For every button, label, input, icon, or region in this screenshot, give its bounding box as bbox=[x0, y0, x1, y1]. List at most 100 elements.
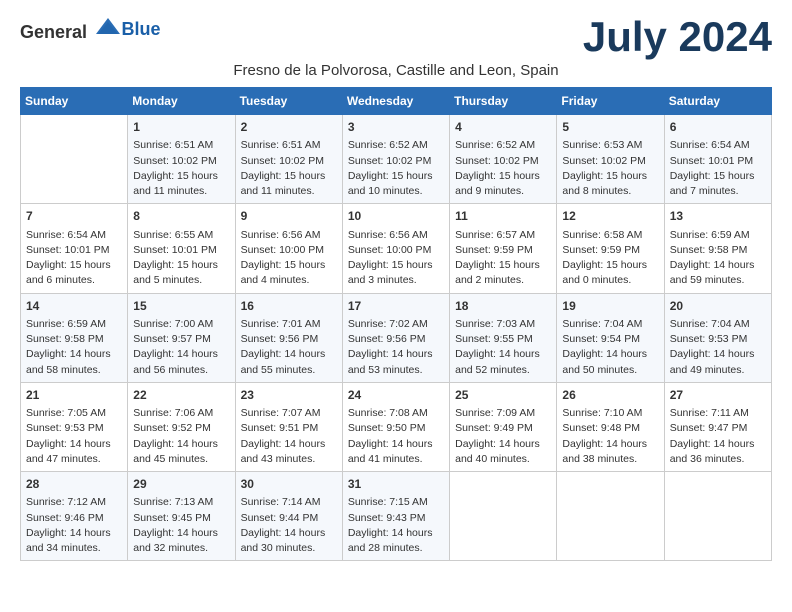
day-info: Sunrise: 7:04 AMSunset: 9:53 PMDaylight:… bbox=[670, 317, 766, 378]
logo-icon bbox=[94, 16, 122, 38]
day-info: Sunrise: 6:55 AMSunset: 10:01 PMDaylight… bbox=[133, 228, 229, 289]
day-info: Sunrise: 7:13 AMSunset: 9:45 PMDaylight:… bbox=[133, 495, 229, 556]
weekday-thursday: Thursday bbox=[450, 88, 557, 115]
calendar-cell: 23 Sunrise: 7:07 AMSunset: 9:51 PMDayligh… bbox=[235, 382, 342, 471]
day-number: 1 bbox=[133, 119, 229, 136]
calendar-cell: 30 Sunrise: 7:14 AMSunset: 9:44 PMDayligh… bbox=[235, 472, 342, 561]
logo-general: General bbox=[20, 22, 87, 42]
day-info: Sunrise: 7:03 AMSunset: 9:55 PMDaylight:… bbox=[455, 317, 551, 378]
day-number: 20 bbox=[670, 298, 766, 315]
weekday-saturday: Saturday bbox=[664, 88, 771, 115]
calendar-cell: 25Sunrise: 7:09 AMSunset: 9:49 PMDayligh… bbox=[450, 382, 557, 471]
calendar-cell: 15 Sunrise: 7:00 AMSunset: 9:57 PMDayligh… bbox=[128, 293, 235, 382]
day-info: Sunrise: 6:59 AMSunset: 9:58 PMDaylight:… bbox=[670, 228, 766, 289]
weekday-monday: Monday bbox=[128, 88, 235, 115]
calendar-cell: 31Sunrise: 7:15 AMSunset: 9:43 PMDayligh… bbox=[342, 472, 449, 561]
day-number: 8 bbox=[133, 208, 229, 225]
day-info: Sunrise: 6:53 AMSunset: 10:02 PMDaylight… bbox=[562, 138, 658, 199]
week-row-1: 1 Sunrise: 6:51 AMSunset: 10:02 PMDayligh… bbox=[21, 115, 772, 204]
calendar-cell: 11 Sunrise: 6:57 AMSunset: 9:59 PMDayligh… bbox=[450, 204, 557, 293]
calendar-cell: 14 Sunrise: 6:59 AMSunset: 9:58 PMDayligh… bbox=[21, 293, 128, 382]
day-info: Sunrise: 7:04 AMSunset: 9:54 PMDaylight:… bbox=[562, 317, 658, 378]
day-number: 19 bbox=[562, 298, 658, 315]
day-number: 28 bbox=[26, 476, 122, 493]
calendar-body: 1 Sunrise: 6:51 AMSunset: 10:02 PMDayligh… bbox=[21, 115, 772, 561]
week-row-3: 14 Sunrise: 6:59 AMSunset: 9:58 PMDayligh… bbox=[21, 293, 772, 382]
day-info: Sunrise: 6:51 AMSunset: 10:02 PMDaylight… bbox=[133, 138, 229, 199]
calendar-cell: 28 Sunrise: 7:12 AMSunset: 9:46 PMDayligh… bbox=[21, 472, 128, 561]
weekday-tuesday: Tuesday bbox=[235, 88, 342, 115]
calendar-cell: 18Sunrise: 7:03 AMSunset: 9:55 PMDayligh… bbox=[450, 293, 557, 382]
day-number: 27 bbox=[670, 387, 766, 404]
day-info: Sunrise: 7:14 AMSunset: 9:44 PMDaylight:… bbox=[241, 495, 337, 556]
day-number: 6 bbox=[670, 119, 766, 136]
day-number: 11 bbox=[455, 208, 551, 225]
day-number: 5 bbox=[562, 119, 658, 136]
week-row-4: 21Sunrise: 7:05 AMSunset: 9:53 PMDayligh… bbox=[21, 382, 772, 471]
day-number: 17 bbox=[348, 298, 444, 315]
day-number: 13 bbox=[670, 208, 766, 225]
day-info: Sunrise: 6:51 AMSunset: 10:02 PMDaylight… bbox=[241, 138, 337, 199]
day-info: Sunrise: 7:06 AMSunset: 9:52 PMDaylight:… bbox=[133, 406, 229, 467]
day-info: Sunrise: 7:01 AMSunset: 9:56 PMDaylight:… bbox=[241, 317, 337, 378]
month-title: July 2024 bbox=[583, 16, 772, 58]
day-info: Sunrise: 6:52 AMSunset: 10:02 PMDaylight… bbox=[455, 138, 551, 199]
calendar-cell: 19 Sunrise: 7:04 AMSunset: 9:54 PMDayligh… bbox=[557, 293, 664, 382]
calendar-cell: 16 Sunrise: 7:01 AMSunset: 9:56 PMDayligh… bbox=[235, 293, 342, 382]
calendar-cell: 9Sunrise: 6:56 AMSunset: 10:00 PMDayligh… bbox=[235, 204, 342, 293]
day-info: Sunrise: 7:12 AMSunset: 9:46 PMDaylight:… bbox=[26, 495, 122, 556]
day-number: 4 bbox=[455, 119, 551, 136]
day-info: Sunrise: 7:09 AMSunset: 9:49 PMDaylight:… bbox=[455, 406, 551, 467]
day-number: 3 bbox=[348, 119, 444, 136]
day-number: 22 bbox=[133, 387, 229, 404]
calendar-cell: 27Sunrise: 7:11 AMSunset: 9:47 PMDayligh… bbox=[664, 382, 771, 471]
calendar-cell: 7 Sunrise: 6:54 AMSunset: 10:01 PMDayligh… bbox=[21, 204, 128, 293]
day-number: 23 bbox=[241, 387, 337, 404]
header: General Blue July 2024 bbox=[20, 16, 772, 58]
calendar-cell: 26Sunrise: 7:10 AMSunset: 9:48 PMDayligh… bbox=[557, 382, 664, 471]
day-info: Sunrise: 7:00 AMSunset: 9:57 PMDaylight:… bbox=[133, 317, 229, 378]
calendar-cell bbox=[557, 472, 664, 561]
weekday-header-row: SundayMondayTuesdayWednesdayThursdayFrid… bbox=[21, 88, 772, 115]
day-info: Sunrise: 6:54 AMSunset: 10:01 PMDaylight… bbox=[26, 228, 122, 289]
day-info: Sunrise: 7:07 AMSunset: 9:51 PMDaylight:… bbox=[241, 406, 337, 467]
day-info: Sunrise: 6:54 AMSunset: 10:01 PMDaylight… bbox=[670, 138, 766, 199]
calendar-cell: 17 Sunrise: 7:02 AMSunset: 9:56 PMDayligh… bbox=[342, 293, 449, 382]
day-number: 29 bbox=[133, 476, 229, 493]
calendar-cell: 4 Sunrise: 6:52 AMSunset: 10:02 PMDayligh… bbox=[450, 115, 557, 204]
day-info: Sunrise: 7:05 AMSunset: 9:53 PMDaylight:… bbox=[26, 406, 122, 467]
week-row-2: 7 Sunrise: 6:54 AMSunset: 10:01 PMDayligh… bbox=[21, 204, 772, 293]
calendar-cell: 24 Sunrise: 7:08 AMSunset: 9:50 PMDayligh… bbox=[342, 382, 449, 471]
calendar-cell: 13 Sunrise: 6:59 AMSunset: 9:58 PMDayligh… bbox=[664, 204, 771, 293]
calendar-cell: 8 Sunrise: 6:55 AMSunset: 10:01 PMDayligh… bbox=[128, 204, 235, 293]
day-number: 30 bbox=[241, 476, 337, 493]
calendar-cell: 1 Sunrise: 6:51 AMSunset: 10:02 PMDayligh… bbox=[128, 115, 235, 204]
calendar-cell: 12Sunrise: 6:58 AMSunset: 9:59 PMDayligh… bbox=[557, 204, 664, 293]
day-number: 24 bbox=[348, 387, 444, 404]
subtitle: Fresno de la Polvorosa, Castille and Leo… bbox=[20, 62, 772, 79]
calendar-header: SundayMondayTuesdayWednesdayThursdayFrid… bbox=[21, 88, 772, 115]
day-info: Sunrise: 7:08 AMSunset: 9:50 PMDaylight:… bbox=[348, 406, 444, 467]
day-number: 2 bbox=[241, 119, 337, 136]
day-number: 14 bbox=[26, 298, 122, 315]
day-info: Sunrise: 6:52 AMSunset: 10:02 PMDaylight… bbox=[348, 138, 444, 199]
logo: General Blue bbox=[20, 16, 161, 43]
calendar-cell bbox=[664, 472, 771, 561]
day-number: 10 bbox=[348, 208, 444, 225]
week-row-5: 28 Sunrise: 7:12 AMSunset: 9:46 PMDayligh… bbox=[21, 472, 772, 561]
day-info: Sunrise: 6:59 AMSunset: 9:58 PMDaylight:… bbox=[26, 317, 122, 378]
day-info: Sunrise: 6:56 AMSunset: 10:00 PMDaylight… bbox=[241, 228, 337, 289]
day-info: Sunrise: 7:10 AMSunset: 9:48 PMDaylight:… bbox=[562, 406, 658, 467]
day-number: 12 bbox=[562, 208, 658, 225]
calendar-table: SundayMondayTuesdayWednesdayThursdayFrid… bbox=[20, 87, 772, 561]
day-info: Sunrise: 7:02 AMSunset: 9:56 PMDaylight:… bbox=[348, 317, 444, 378]
day-number: 15 bbox=[133, 298, 229, 315]
day-number: 7 bbox=[26, 208, 122, 225]
day-info: Sunrise: 6:57 AMSunset: 9:59 PMDaylight:… bbox=[455, 228, 551, 289]
calendar-cell bbox=[450, 472, 557, 561]
calendar-cell: 6 Sunrise: 6:54 AMSunset: 10:01 PMDayligh… bbox=[664, 115, 771, 204]
calendar-cell: 3 Sunrise: 6:52 AMSunset: 10:02 PMDayligh… bbox=[342, 115, 449, 204]
calendar-cell: 22 Sunrise: 7:06 AMSunset: 9:52 PMDayligh… bbox=[128, 382, 235, 471]
calendar-cell: 10Sunrise: 6:56 AMSunset: 10:00 PMDaylig… bbox=[342, 204, 449, 293]
day-number: 16 bbox=[241, 298, 337, 315]
